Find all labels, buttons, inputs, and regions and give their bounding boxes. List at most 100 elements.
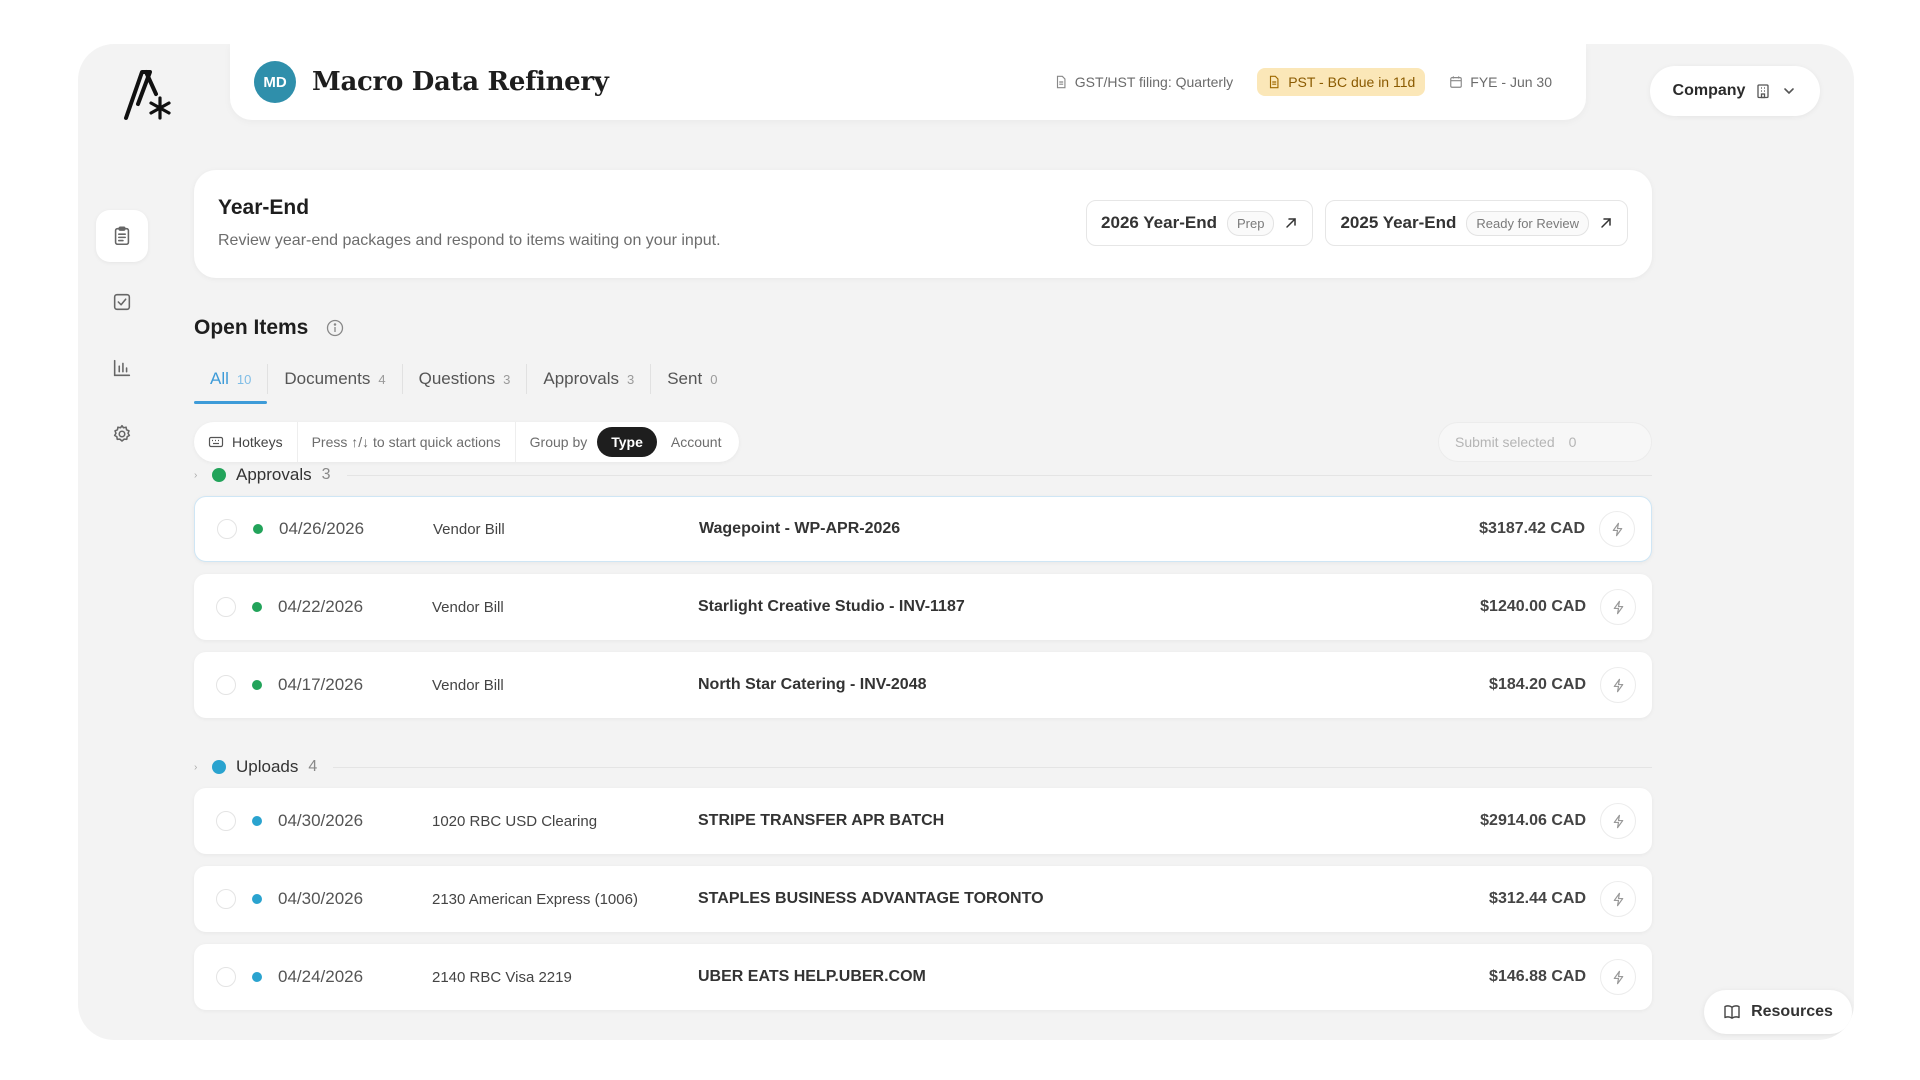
company-switcher-label: Company (1672, 82, 1746, 99)
tab-label: Questions (418, 369, 496, 388)
chip-fye[interactable]: FYE - Jun 30 (1439, 68, 1562, 96)
table-row[interactable]: 04/30/2026 1020 RBC USD Clearing STRIPE … (194, 788, 1652, 854)
row-checkbox[interactable] (216, 811, 236, 831)
arrow-up-right-icon (1286, 218, 1297, 228)
chip-pst-due[interactable]: PST - BC due in 11d (1257, 68, 1426, 96)
chip-label: FYE - Jun 30 (1470, 74, 1552, 90)
hotkeys-label: Hotkeys (232, 434, 283, 450)
row-description: Wagepoint - WP-APR-2026 (699, 520, 901, 537)
row-date: 04/30/2026 (278, 889, 364, 908)
row-account: Vendor Bill (432, 676, 504, 694)
lightning-icon (1613, 678, 1623, 692)
row-account: 1020 RBC USD Clearing (432, 812, 598, 830)
year-end-packages: 2026 Year-End Prep 2025 Year-End Ready f… (1086, 200, 1628, 246)
toolbar-controls: Hotkeys Press ↑/↓ to start quick actions… (194, 422, 740, 462)
tab-label: Approvals (543, 369, 619, 388)
quick-action-button[interactable] (1600, 589, 1636, 625)
brand-logo (124, 70, 171, 120)
row-checkbox[interactable] (217, 519, 237, 539)
row-date: 04/26/2026 (279, 519, 365, 538)
quick-action-button[interactable] (1600, 959, 1636, 995)
group-count: 3 (321, 466, 331, 483)
row-amount: $1240.00 CAD (1480, 598, 1586, 615)
chevron-down-icon (1784, 88, 1795, 95)
row-description: Starlight Creative Studio - INV-1187 (698, 598, 965, 615)
sidebar-item-documents[interactable] (96, 210, 148, 262)
row-account: 2140 RBC Visa 2219 (432, 968, 572, 986)
tab-approvals[interactable]: Approvals 3 (527, 354, 650, 404)
chip-label: PST - BC due in 11d (1288, 74, 1416, 90)
group-by-account[interactable]: Account (657, 427, 736, 457)
sidebar-nav (94, 210, 150, 460)
tab-documents[interactable]: Documents 4 (268, 354, 401, 404)
quick-actions-hint: Press ↑/↓ to start quick actions (311, 434, 501, 450)
open-items-header: Open Items (194, 316, 344, 340)
document-icon (1056, 75, 1066, 89)
table-row[interactable]: 04/24/2026 2140 RBC Visa 2219 UBER EATS … (194, 944, 1652, 1010)
status-dot (252, 972, 262, 982)
gear-icon (113, 424, 131, 442)
submit-label: Submit selected (1455, 434, 1555, 450)
open-items-toolbar: Hotkeys Press ↑/↓ to start quick actions… (194, 422, 1652, 462)
hotkeys-button[interactable]: Hotkeys (194, 422, 298, 462)
quick-action-button[interactable] (1600, 667, 1636, 703)
submit-count: 0 (1568, 434, 1577, 450)
status-badge: Prep (1226, 210, 1275, 236)
status-dot (212, 760, 226, 774)
resources-button[interactable]: Resources (1704, 990, 1852, 1034)
row-checkbox[interactable] (216, 597, 236, 617)
tab-label: Sent (667, 369, 703, 388)
chip-label: GST/HST filing: Quarterly (1074, 74, 1234, 90)
row-description: STRIPE TRANSFER APR BATCH (698, 812, 945, 829)
row-account: Vendor Bill (433, 520, 505, 538)
sidebar-item-settings[interactable] (96, 408, 148, 460)
company-name: Macro Data Refinery (312, 67, 609, 97)
lightning-icon (1613, 892, 1623, 906)
checkbox-icon (113, 293, 131, 311)
sidebar-item-reports[interactable] (96, 342, 148, 394)
tab-count: 3 (503, 371, 511, 387)
quick-action-button[interactable] (1600, 881, 1636, 917)
row-account: 2130 American Express (1006) (432, 890, 638, 908)
row-description: UBER EATS HELP.UBER.COM (698, 968, 926, 985)
row-date: 04/24/2026 (278, 967, 364, 986)
submit-selected-button[interactable]: Submit selected 0 (1438, 422, 1652, 462)
table-row[interactable]: 04/22/2026 Vendor Bill Starlight Creativ… (194, 574, 1652, 640)
group-by-type[interactable]: Type (597, 427, 657, 457)
group-uploads[interactable]: › Uploads 4 (194, 752, 1652, 782)
tab-sent[interactable]: Sent 0 (651, 354, 733, 404)
row-checkbox[interactable] (216, 967, 236, 987)
table-row[interactable]: 04/17/2026 Vendor Bill North Star Cateri… (194, 652, 1652, 718)
tab-label: Documents (284, 369, 371, 388)
tab-all[interactable]: All 10 (194, 354, 268, 404)
status-dot (252, 894, 262, 904)
sidebar-item-tasks[interactable] (96, 276, 148, 328)
group-approvals[interactable]: › Approvals 3 (194, 460, 1652, 490)
table-row[interactable]: 04/26/2026 Vendor Bill Wagepoint - WP-AP… (194, 496, 1652, 562)
status-dot (252, 602, 262, 612)
document-icon (1270, 75, 1279, 89)
collapse-caret-icon[interactable]: › (194, 762, 212, 773)
clipboard-icon (114, 226, 130, 246)
row-description: STAPLES BUSINESS ADVANTAGE TORONTO (698, 890, 1044, 907)
year-end-2026-button[interactable]: 2026 Year-End Prep (1086, 200, 1314, 246)
quick-action-button[interactable] (1600, 803, 1636, 839)
row-amount: $184.20 CAD (1489, 676, 1586, 693)
bar-chart-icon (113, 359, 131, 377)
tab-questions[interactable]: Questions 3 (403, 354, 527, 404)
row-checkbox[interactable] (216, 889, 236, 909)
table-row[interactable]: 04/30/2026 2130 American Express (1006) … (194, 866, 1652, 932)
collapse-caret-icon[interactable]: › (194, 470, 212, 481)
row-checkbox[interactable] (216, 675, 236, 695)
quick-action-button[interactable] (1599, 511, 1635, 547)
tab-count: 0 (710, 371, 718, 387)
year-end-2025-button[interactable]: 2025 Year-End Ready for Review (1325, 200, 1628, 246)
row-amount: $2914.06 CAD (1480, 812, 1586, 829)
row-description: North Star Catering - INV-2048 (698, 676, 927, 693)
company-switcher[interactable]: Company (1650, 66, 1820, 116)
app-frame: MD Macro Data Refinery GST/HST filing: Q… (78, 44, 1854, 1040)
lightning-icon (1612, 522, 1622, 536)
chip-gst-filing[interactable]: GST/HST filing: Quarterly (1044, 68, 1243, 96)
info-icon[interactable] (326, 319, 344, 337)
company-avatar: MD (254, 61, 296, 103)
